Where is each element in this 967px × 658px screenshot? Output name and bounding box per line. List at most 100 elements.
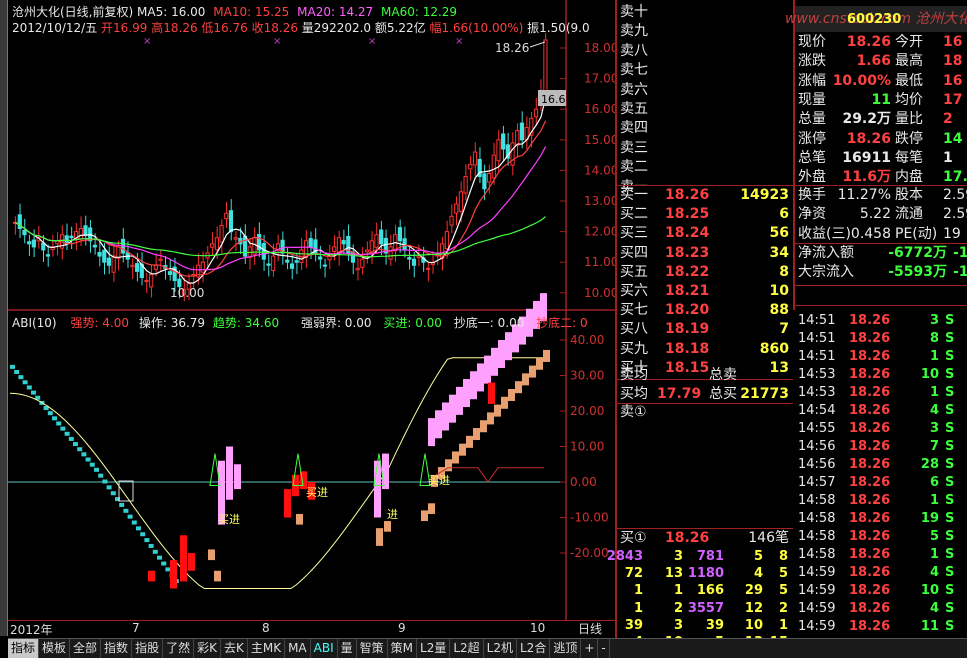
tab-17[interactable]: L2机 [484, 639, 517, 658]
tick-volume: 1 [929, 547, 939, 562]
candle-body [308, 238, 313, 248]
candle-body [425, 267, 431, 270]
tab-14[interactable]: 策M [388, 639, 418, 658]
stock-title: 沧州大化(日线,前复权) [12, 5, 134, 19]
tab-20[interactable]: + [581, 639, 599, 658]
abi-tan-column [214, 570, 221, 582]
stat-key: 流通 [895, 206, 923, 223]
buy-level-volume: 88 [769, 302, 789, 319]
stat-value: 11 [871, 91, 891, 108]
candle-body [360, 258, 365, 268]
abi-red-column [148, 570, 155, 582]
stat-key: 最高 [895, 53, 923, 70]
queue-volume-cell: 1 [633, 583, 643, 599]
indicator-qushi: 趋势: 34.60 [212, 316, 280, 330]
info-amplitude: 振1.50(9.0 [527, 21, 590, 35]
candle-body [149, 273, 154, 288]
tab-18[interactable]: L2合 [517, 639, 551, 658]
tab-21[interactable]: - [598, 639, 610, 658]
candle-body [228, 210, 234, 233]
buy1-queue-label[interactable]: 买① [620, 529, 647, 548]
ma60-label: MA60: 12.29 [381, 5, 458, 19]
avg-buy-label: 买均 [620, 386, 648, 402]
indicator-tick-label: -20.00 [570, 546, 609, 560]
ma20-label: MA20: 14.27 [297, 5, 374, 19]
tick-time: 14:51 [798, 331, 836, 346]
tick-side: S [945, 529, 955, 544]
tab-1[interactable]: 指标 [8, 639, 40, 658]
left-vertical-toolbar[interactable] [0, 0, 8, 636]
abi-tan-column [452, 451, 459, 464]
stat-value: 2.59 [943, 187, 967, 203]
candle-body [106, 257, 112, 266]
candle-body [318, 256, 323, 260]
candle-body [416, 255, 421, 259]
queue-volume-cell: 4 [753, 566, 763, 582]
tab-16[interactable]: L2超 [450, 639, 484, 658]
abi-step-cyan [157, 555, 162, 560]
stat-key: 股本 [895, 187, 923, 203]
candle-body [543, 39, 548, 95]
abi-step-cyan [22, 380, 28, 385]
tab-7[interactable]: 彩K [194, 639, 221, 658]
tab-2[interactable]: 模板 [39, 639, 71, 658]
indicator-tick-label: 20.00 [570, 404, 604, 418]
stat-key: 换手 [798, 187, 826, 203]
candle-body [374, 234, 379, 248]
tab-12[interactable]: 量 [338, 639, 357, 658]
peak-pointer [529, 41, 546, 48]
period-label[interactable]: 日线 [578, 620, 602, 637]
stat-value: 2 [943, 111, 953, 128]
tick-time: 14:55 [798, 421, 836, 436]
candle-body [102, 249, 107, 263]
tab-10[interactable]: MA [285, 639, 311, 658]
tab-11[interactable]: ABI [311, 639, 338, 658]
abi-step-cyan [127, 514, 133, 519]
candle-body [407, 257, 412, 260]
xaxis-month-7: 7 [132, 621, 140, 635]
tab-4[interactable]: 指数 [101, 639, 133, 658]
candle-body [482, 173, 487, 190]
stat-value: 19 [943, 225, 961, 242]
abi-pink-column [234, 464, 241, 490]
queue-volume-cell: 2 [778, 600, 788, 616]
kline-chart-area[interactable]: 18.00 17.00 16.00 15.00 14.00 13.00 12.00 11.00… [8, 0, 615, 620]
stat-value: 16 [943, 72, 963, 89]
queue-volume-cell: 12 [744, 600, 763, 616]
abi-pink-column [463, 379, 470, 408]
abi-step-cyan [73, 442, 78, 447]
buy-annotation: 买进 [428, 474, 450, 487]
buy-level-label: 买九 [620, 340, 648, 357]
candle-body [341, 240, 346, 245]
tick-volume: 1 [929, 385, 939, 400]
tab-6[interactable]: 了然 [163, 639, 195, 658]
candle-body [454, 203, 459, 214]
abi-red-column [170, 560, 177, 589]
abi-tan-column [421, 510, 428, 522]
sell1-queue-label[interactable]: 卖① [620, 403, 647, 422]
queue-volume-cell: 39 [624, 617, 643, 633]
tab-15[interactable]: L2量 [417, 639, 451, 658]
tab-9[interactable]: 主MK [248, 639, 286, 658]
candle-body [27, 241, 32, 245]
tab-5[interactable]: 指股 [132, 639, 164, 658]
candle-body [78, 228, 83, 240]
tab-8[interactable]: 去K [221, 639, 248, 658]
queue-volume-cell: 5 [778, 566, 788, 582]
ma10-label: MA10: 15.25 [213, 5, 290, 19]
abi-red-column [188, 553, 195, 571]
candle-body [219, 224, 224, 243]
tick-time: 14:59 [798, 601, 836, 616]
abi-step-cyan [77, 447, 83, 452]
tab-13[interactable]: 智策 [357, 639, 388, 658]
tab-19[interactable]: 逃顶 [550, 639, 582, 658]
candle-body [135, 263, 140, 272]
abi-pink-column [498, 340, 505, 368]
indicator-name[interactable]: ABI(10) [12, 316, 57, 330]
buy-level-price: 18.25 [665, 206, 710, 223]
tick-price: 18.26 [849, 313, 891, 328]
stat-key: 收益(三) [798, 225, 851, 242]
abi-step-cyan [131, 520, 137, 525]
tab-3[interactable]: 全部 [70, 639, 102, 658]
buy-level-volume: 10 [769, 283, 789, 299]
